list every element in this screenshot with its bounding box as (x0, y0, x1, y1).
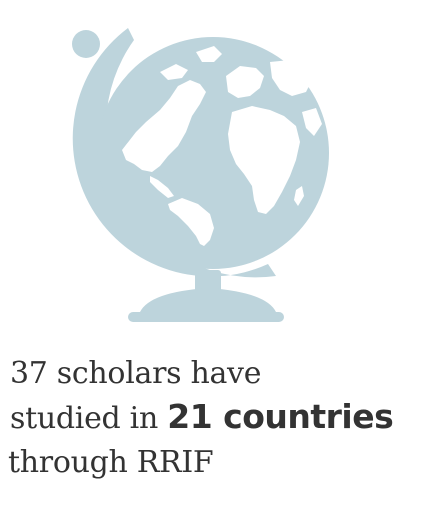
stat-line-3: through RRIF (8, 445, 214, 480)
stat-line-1: 37 scholars have (10, 356, 262, 391)
stat-line-2: studied in 21 countries (10, 395, 394, 441)
globe-icon (72, 28, 329, 322)
stat-text: 37 scholars have studied in 21 countries… (8, 352, 394, 485)
stat-highlight: 21 countries (167, 397, 394, 436)
stat-card: 37 scholars have studied in 21 countries… (0, 0, 430, 525)
stat-line-2-prefix: studied in (10, 401, 158, 436)
